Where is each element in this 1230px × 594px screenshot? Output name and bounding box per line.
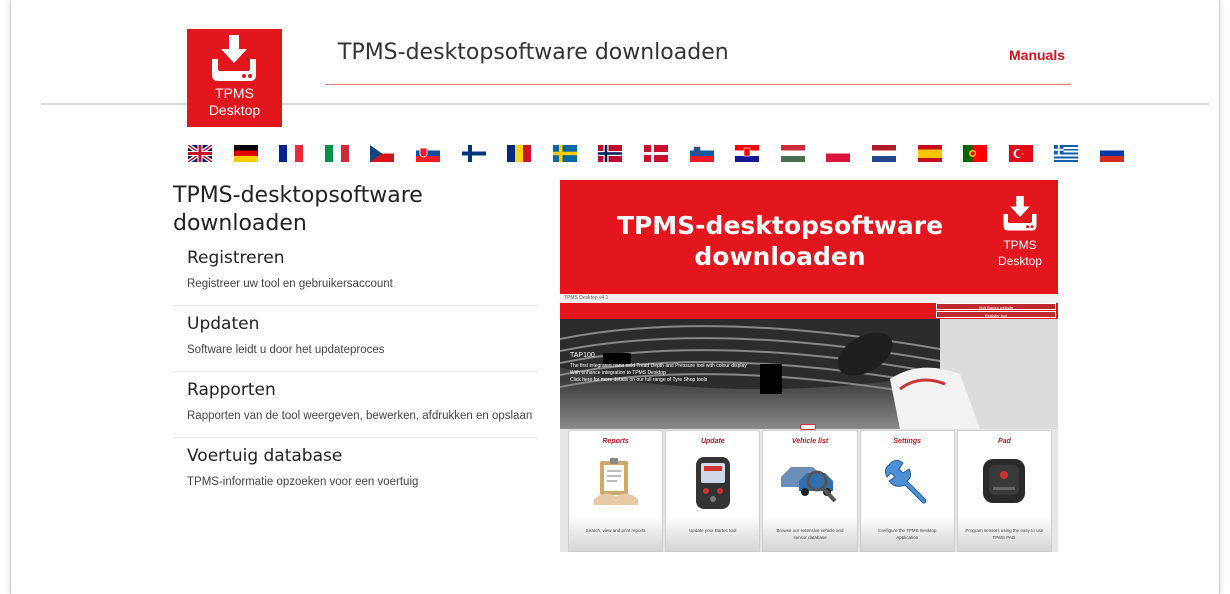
- feature-desc: Software leidt u door het updateproces: [187, 344, 385, 356]
- flag-netherlands-icon[interactable]: [871, 145, 896, 162]
- app-tile-update: Update Update your Bartec tool: [665, 430, 761, 552]
- redaction-block: [760, 364, 782, 394]
- vehicle-list-icon: [781, 467, 837, 503]
- app-hero-line: With enhance integration to TPMS Desktop: [570, 370, 666, 376]
- tile-label: Reports: [602, 438, 629, 445]
- main-heading: TPMS-desktopsoftware downloaden: [173, 183, 423, 236]
- page-title: TPMS-desktopsoftware downloaden: [338, 40, 729, 65]
- promo-image[interactable]: TPMS-desktopsoftware downloaden TPMS Des…: [560, 180, 1058, 552]
- feature-item: Updaten Software leidt u door het update…: [173, 306, 538, 372]
- app-hero-banner: TAP100 The first integrated hand held Tr…: [560, 319, 1058, 429]
- feature-desc: Registreer uw tool en gebruikersaccount: [187, 278, 393, 290]
- flag-spain-icon[interactable]: [917, 145, 942, 162]
- app-hero-line: Click here for more details on our full …: [570, 377, 708, 383]
- flag-sweden-icon[interactable]: [552, 145, 577, 162]
- promo-logo-tpms: TPMS: [1003, 238, 1037, 252]
- manuals-link[interactable]: Manuals: [1009, 47, 1065, 63]
- app-register-tool-button: Register tool: [936, 311, 1056, 318]
- promo-banner: TPMS-desktopsoftware downloaden TPMS Des…: [560, 180, 1058, 294]
- feature-title: Updaten: [187, 314, 260, 334]
- pad-icon: [983, 459, 1026, 503]
- redaction-block: [603, 353, 631, 364]
- tile-label: Settings: [893, 438, 922, 445]
- flag-portugal-icon[interactable]: [963, 145, 988, 162]
- feature-item: Registreren Registreer uw tool en gebrui…: [173, 238, 538, 306]
- promo-title-line2: downloaden: [694, 242, 866, 271]
- logo-text-desktop: Desktop: [208, 102, 261, 118]
- tpms-desktop-logo[interactable]: TPMS Desktop: [187, 29, 282, 127]
- flag-slovenia-icon[interactable]: [689, 145, 714, 162]
- flag-finland-icon[interactable]: [461, 145, 486, 162]
- feature-desc: TPMS-informatie opzoeken voor een voertu…: [187, 476, 419, 488]
- logo-text-tpms: TPMS: [215, 85, 254, 101]
- update-tool-icon: [695, 457, 730, 509]
- reports-icon: [593, 458, 638, 505]
- flag-italy-icon[interactable]: [324, 145, 349, 162]
- flag-russia-icon[interactable]: [1099, 145, 1124, 162]
- flag-germany-icon[interactable]: [233, 145, 258, 162]
- flag-denmark-icon[interactable]: [643, 145, 668, 162]
- app-tile-settings: Settings Configure the TPMS Desktop Appl…: [859, 430, 955, 552]
- app-tile-pad: Pad Program sensors using the easy to us…: [956, 430, 1053, 552]
- feature-title: Rapporten: [187, 380, 276, 400]
- feature-list: TPMS-desktopsoftware downloaden Registre…: [173, 182, 538, 503]
- promo-title: TPMS-desktopsoftware downloaden: [580, 210, 980, 272]
- language-selector: [188, 145, 1145, 162]
- promo-title-line1: TPMS-desktopsoftware: [616, 211, 944, 240]
- flag-romania-icon[interactable]: [507, 145, 532, 162]
- flag-greece-icon[interactable]: [1054, 145, 1079, 162]
- flag-croatia-icon[interactable]: [735, 145, 760, 162]
- feature-title: Registreren: [187, 248, 285, 268]
- app-toolbar: Visit Bartec website Register tool: [560, 303, 1058, 319]
- app-tiles: Reports Search, view and print reports U…: [568, 430, 1053, 552]
- flag-norway-icon[interactable]: [598, 145, 623, 162]
- tile-label: Pad: [997, 438, 1011, 445]
- app-screenshot: TPMS Desktop v4.1 Visit Bartec website R…: [560, 294, 1058, 552]
- title-underline: [325, 84, 1071, 85]
- feature-item: Rapporten Rapporten van de tool weergeve…: [173, 372, 538, 438]
- tile-label: Update: [700, 438, 725, 445]
- app-tile-reports: Reports Search, view and print reports: [568, 430, 664, 552]
- app-tile-vehicle-list: Vehicle list Browse our extensive vehicl…: [762, 430, 858, 552]
- promo-logo-desktop: Desktop: [997, 254, 1043, 268]
- flag-slovakia-icon[interactable]: [415, 145, 440, 162]
- tile-desc: Search, view and print reports: [585, 528, 646, 533]
- app-hero-line: The first integrated hand held Tread Dep…: [570, 363, 747, 369]
- download-icon: [212, 35, 256, 81]
- tile-desc: Configure the TPMS Desktop Application: [877, 528, 937, 540]
- wrench-icon: [885, 459, 927, 504]
- flag-france-icon[interactable]: [279, 145, 304, 162]
- flag-turkey-icon[interactable]: [1008, 145, 1033, 162]
- app-window-title: TPMS Desktop v4.1: [560, 294, 1058, 303]
- feature-title: Voertuig database: [187, 446, 343, 466]
- feature-desc: Rapporten van de tool weergeven, bewerke…: [187, 410, 533, 422]
- flag-poland-icon[interactable]: [826, 145, 851, 162]
- flag-hungary-icon[interactable]: [780, 145, 805, 162]
- tile-label: Vehicle list: [791, 438, 829, 445]
- tile-desc: Update your Bartec tool: [689, 528, 737, 533]
- feature-item: Voertuig database TPMS-informatie opzoek…: [173, 438, 538, 503]
- flag-uk-icon[interactable]: [188, 145, 212, 162]
- flag-czech-icon[interactable]: [370, 145, 395, 162]
- download-icon: [1003, 196, 1037, 231]
- tile-desc: Browse our extensive vehicle and sensor …: [776, 528, 844, 540]
- tile-desc: Program sensors using the easy to use TP…: [965, 528, 1044, 540]
- app-visit-website-button: Visit Bartec website: [936, 303, 1056, 310]
